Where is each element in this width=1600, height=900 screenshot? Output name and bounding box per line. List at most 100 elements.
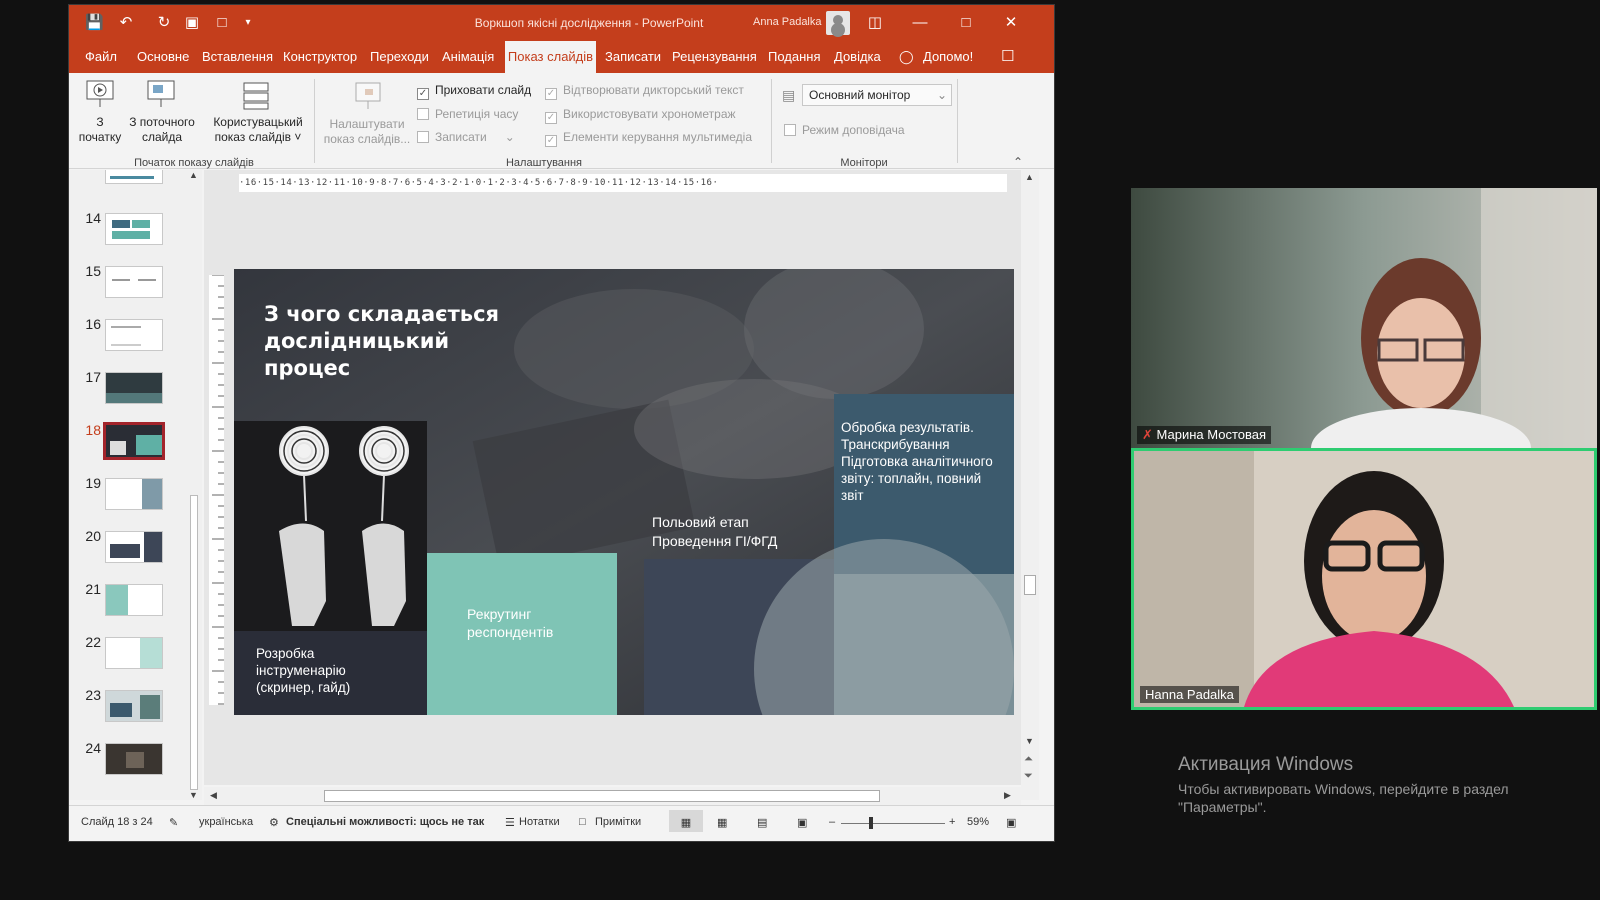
normal-view-icon[interactable]: ▦ — [669, 810, 703, 832]
tab-insert[interactable]: Вставлення — [202, 49, 273, 64]
slide-thumbnail[interactable] — [105, 690, 163, 722]
tab-review[interactable]: Рецензування — [672, 49, 757, 64]
tab-slide-show[interactable]: Показ слайдів — [505, 41, 596, 73]
play-narrations-checkbox[interactable]: ✓ Відтворювати дикторський текст — [545, 83, 744, 100]
accessibility-status[interactable]: Спеціальні можливості: щось не так — [286, 816, 484, 828]
mic-muted-icon: ✗ — [1142, 427, 1153, 442]
slide-title[interactable]: З чого складається дослідницький процес — [264, 301, 524, 382]
slide-show-view-icon[interactable]: ▣ — [797, 816, 807, 829]
tab-design[interactable]: Конструктор — [283, 49, 357, 64]
slide-thumbnail-selected[interactable] — [103, 422, 165, 460]
horizontal-ruler: ·16·15·14·13·12·11·10·9·8·7·6·5·4·3·2·1·… — [239, 174, 1007, 192]
group-separator — [771, 79, 772, 163]
tab-help[interactable]: Довідка — [834, 49, 881, 64]
tab-animations[interactable]: Анімація — [442, 49, 494, 64]
slide-canvas[interactable]: З чого складається дослідницький процес … — [234, 269, 1014, 715]
comments-icon[interactable]: ☐ — [1001, 47, 1014, 65]
slide-thumbnail[interactable] — [105, 584, 163, 616]
record-button[interactable]: Записати ⌄ — [417, 130, 515, 144]
scroll-right-icon[interactable]: ▶ — [1004, 790, 1011, 801]
thumbnails-scrollbar[interactable]: ▲ ▼ — [185, 170, 202, 800]
participant-name-label: Hanna Padalka — [1140, 686, 1239, 703]
zoom-slider[interactable] — [841, 823, 945, 824]
video-tile-participant-1[interactable]: ✗ Марина Мостовая — [1131, 188, 1597, 448]
close-button[interactable]: ✕ — [997, 11, 1025, 35]
slide-thumbnail[interactable] — [105, 266, 163, 298]
scrollbar-thumb[interactable] — [324, 790, 880, 802]
user-name[interactable]: Anna Padalka — [753, 16, 822, 28]
video-tile-participant-2-speaking[interactable]: Hanna Padalka — [1131, 448, 1597, 710]
from-current-slide-button[interactable]: З поточного слайда — [127, 115, 197, 145]
slide-thumbnail[interactable] — [105, 478, 163, 510]
tab-transitions[interactable]: Переходи — [370, 49, 429, 64]
zoom-slider-handle[interactable] — [869, 817, 873, 829]
slide-thumbnail[interactable] — [105, 531, 163, 563]
tab-view[interactable]: Подання — [768, 49, 821, 64]
rehearse-timings-button[interactable]: Репетиція часу — [417, 107, 518, 121]
monitor-select[interactable]: Основний монітор ⌄ — [802, 84, 952, 106]
step-1-text[interactable]: Розробка інструменарію (скринер, гайд) — [256, 645, 406, 696]
scrollbar-thumb[interactable] — [1024, 575, 1036, 595]
scroll-up-icon[interactable]: ▲ — [1025, 172, 1034, 182]
slide-thumbnail[interactable] — [105, 170, 163, 184]
lightbulb-icon[interactable]: ◯ — [899, 49, 914, 65]
slide-number: 16 — [85, 316, 101, 332]
scroll-up-icon[interactable]: ▲ — [189, 170, 198, 180]
media-controls-checkbox[interactable]: ✓ Елементи керування мультимедіа — [545, 130, 752, 147]
next-slide-icon[interactable]: ⏷ — [1024, 770, 1033, 783]
spelling-icon[interactable]: ✎ — [169, 816, 178, 829]
new-file-icon[interactable]: □ — [213, 14, 231, 32]
slide-thumbnail[interactable] — [105, 372, 163, 404]
use-timings-checkbox[interactable]: ✓ Використовувати хронометраж — [545, 107, 736, 124]
editor-horizontal-scrollbar[interactable]: ◀ ▶ — [204, 787, 1021, 805]
slide-thumbnail[interactable] — [105, 743, 163, 775]
slide-thumbnail[interactable] — [105, 319, 163, 351]
customize-toolbar-icon[interactable]: ▾ — [239, 14, 257, 32]
step-2-text[interactable]: Рекрутинг респондентів — [467, 605, 607, 641]
setup-slide-show-button[interactable]: Налаштувати показ слайдів... — [317, 117, 417, 147]
zoom-out-icon[interactable]: – — [829, 816, 835, 828]
tab-file[interactable]: Файл — [85, 49, 117, 64]
comments-button[interactable]: Примітки — [595, 816, 641, 828]
reading-view-icon[interactable]: ▤ — [757, 816, 767, 829]
redo-icon[interactable]: ↻ — [155, 14, 173, 32]
presenter-view-checkbox[interactable]: Режим доповідача — [784, 123, 905, 137]
hide-slide-button[interactable]: ✓ Приховати слайд — [417, 83, 531, 100]
language-indicator[interactable]: українська — [199, 816, 253, 828]
scroll-down-icon[interactable]: ▼ — [189, 790, 198, 800]
slide-number: 23 — [85, 687, 101, 703]
presentation-icon[interactable]: ▣ — [183, 14, 201, 32]
previous-slide-icon[interactable]: ⏶ — [1024, 753, 1033, 766]
custom-slide-show-button[interactable]: Користувацький показ слайдів ˅ — [203, 115, 313, 145]
save-icon[interactable]: 💾 — [85, 14, 104, 32]
slide-number: 19 — [85, 475, 101, 491]
collapse-ribbon-icon[interactable]: ⌃ — [1013, 155, 1023, 169]
slide-sorter-icon[interactable]: ▦ — [717, 816, 727, 829]
undo-icon[interactable]: ↶ — [117, 14, 135, 32]
minimize-button[interactable]: — — [906, 11, 934, 35]
scrollbar-thumb[interactable] — [190, 495, 198, 790]
windows-activation-watermark: Активация Windows Чтобы активировать Win… — [1178, 754, 1558, 816]
ribbon-display-icon[interactable]: ◫ — [861, 11, 889, 35]
tab-home[interactable]: Основне — [137, 49, 189, 64]
editor-vertical-scrollbar[interactable]: ▲ ▼ ⏶ ⏷ — [1021, 170, 1039, 800]
zoom-in-icon[interactable]: + — [949, 816, 955, 828]
slide-number-selected: 18 — [85, 422, 101, 438]
webcam-feed — [1134, 451, 1594, 707]
setup-show-icon — [355, 82, 381, 109]
tab-tell-me[interactable]: Допомо! — [923, 49, 973, 64]
zoom-level[interactable]: 59% — [967, 816, 989, 828]
title-bar: 💾 ↶ ↻ ▣ □ ▾ Воркшоп якісні дослідження -… — [69, 5, 1054, 41]
fit-slide-icon[interactable]: ▣ — [1006, 816, 1016, 829]
notes-button[interactable]: Нотатки — [519, 816, 560, 828]
user-avatar[interactable] — [826, 11, 850, 35]
scroll-down-icon[interactable]: ▼ — [1025, 736, 1034, 746]
step-3-text[interactable]: Польовий етап Проведення ГІ/ФГД — [652, 513, 812, 551]
from-beginning-button[interactable]: З початку — [75, 115, 125, 145]
tab-record[interactable]: Записати — [605, 49, 661, 64]
slide-thumbnail[interactable] — [105, 213, 163, 245]
scroll-left-icon[interactable]: ◀ — [210, 790, 217, 801]
slide-thumbnail[interactable] — [105, 637, 163, 669]
maximize-button[interactable]: □ — [952, 11, 980, 35]
step-4-text[interactable]: Обробка результатів. Транскрибування Під… — [841, 419, 1006, 504]
